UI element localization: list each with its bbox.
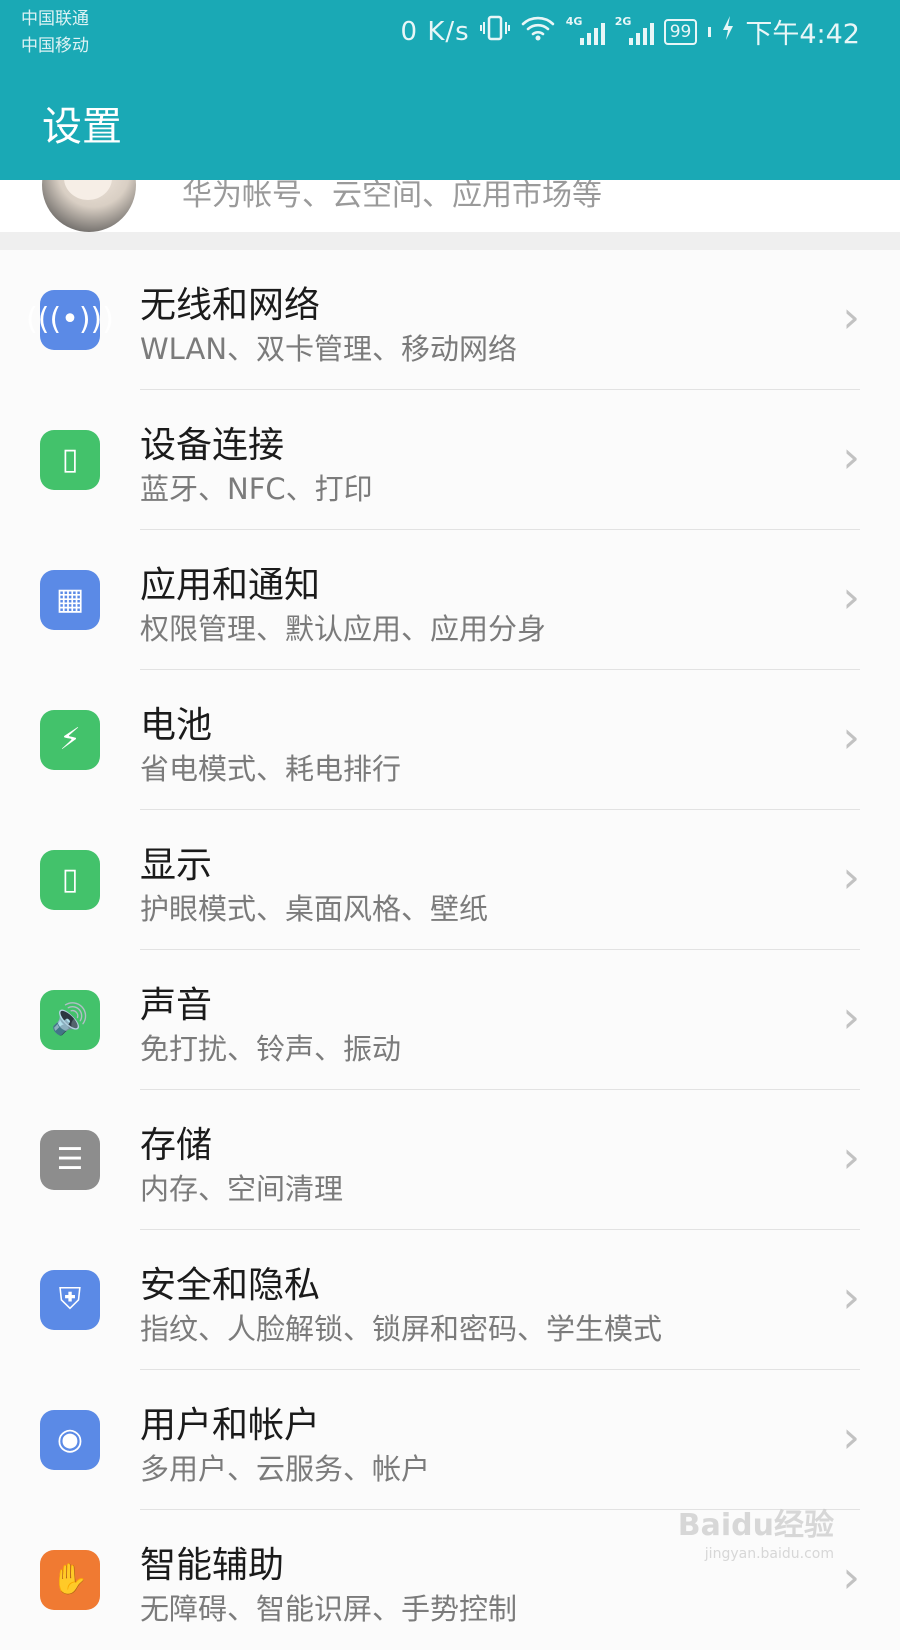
clock: 下午4:42 bbox=[745, 19, 860, 50]
settings-row[interactable]: ▦ 应用和通知权限管理、默认应用、应用分身 › bbox=[0, 530, 900, 670]
settings-row-subtitle: 无障碍、智能识屏、手势控制 bbox=[140, 1592, 518, 1626]
chevron-right-icon: › bbox=[842, 572, 860, 623]
settings-row-subtitle: 内存、空间清理 bbox=[140, 1172, 344, 1206]
chevron-right-icon: › bbox=[842, 292, 860, 343]
settings-row-subtitle: 指纹、人脸解锁、锁屏和密码、学生模式 bbox=[140, 1312, 663, 1346]
chevron-right-icon: › bbox=[842, 1272, 860, 1323]
signal-2-icon: 2G bbox=[615, 15, 654, 45]
settings-row-title: 声音 bbox=[140, 985, 213, 1026]
chevron-right-icon: › bbox=[842, 1132, 860, 1183]
settings-row-subtitle: 免打扰、铃声、振动 bbox=[140, 1032, 402, 1066]
carrier-info: 中国联通 中国移动 bbox=[21, 6, 89, 60]
section-divider bbox=[0, 232, 900, 250]
wifi-status-icon bbox=[520, 14, 556, 49]
settings-row-subtitle: 省电模式、耗电排行 bbox=[140, 752, 402, 786]
settings-row[interactable]: ▯ 设备连接蓝牙、NFC、打印 › bbox=[0, 390, 900, 530]
settings-row-title: 应用和通知 bbox=[140, 565, 321, 606]
settings-row-title: 设备连接 bbox=[140, 425, 285, 466]
charging-icon bbox=[721, 15, 735, 48]
display-icon: ▯ bbox=[40, 850, 100, 910]
speaker-icon: 🔊 bbox=[40, 990, 100, 1050]
status-bar: 中国联通 中国移动 0 K/s 4G 2G 99 下午4:42 bbox=[0, 0, 900, 62]
apps-grid-icon: ▦ bbox=[40, 570, 100, 630]
storage-icon: ☰ bbox=[40, 1130, 100, 1190]
network-speed: 0 K/s bbox=[400, 16, 470, 47]
device-connection-icon: ▯ bbox=[40, 430, 100, 490]
signal-1-icon: 4G bbox=[566, 15, 605, 45]
chevron-right-icon: › bbox=[842, 992, 860, 1043]
chevron-right-icon: › bbox=[842, 1412, 860, 1463]
settings-row-subtitle: 护眼模式、桌面风格、壁纸 bbox=[140, 892, 489, 926]
settings-row-title: 显示 bbox=[140, 845, 213, 886]
settings-row-subtitle: 蓝牙、NFC、打印 bbox=[140, 472, 373, 506]
chevron-right-icon: › bbox=[842, 852, 860, 903]
battery-tip bbox=[708, 26, 712, 37]
settings-row-subtitle: 多用户、云服务、帐户 bbox=[140, 1452, 431, 1486]
watermark: Baidu经验 jingyan.baidu.com bbox=[678, 1500, 834, 1562]
vibrate-icon bbox=[479, 14, 510, 49]
settings-row-title: 智能辅助 bbox=[140, 1545, 285, 1586]
wifi-icon: (((•))) bbox=[26, 290, 114, 350]
watermark-main: Baidu经验 bbox=[677, 1508, 834, 1543]
settings-row[interactable]: ⚡ 电池省电模式、耗电排行 › bbox=[0, 670, 900, 810]
settings-row[interactable]: ⛨ 安全和隐私指纹、人脸解锁、锁屏和密码、学生模式 › bbox=[0, 1230, 900, 1370]
signal-2-gen: 2G bbox=[614, 14, 632, 28]
settings-row[interactable]: ▯ 显示护眼模式、桌面风格、壁纸 › bbox=[0, 810, 900, 950]
settings-row-title: 电池 bbox=[140, 705, 213, 746]
battery-icon: ⚡ bbox=[40, 710, 100, 770]
battery-level: 99 bbox=[663, 18, 698, 45]
hand-icon: ✋ bbox=[40, 1550, 100, 1610]
settings-row[interactable]: 🔊 声音免打扰、铃声、振动 › bbox=[0, 950, 900, 1090]
chevron-right-icon: › bbox=[842, 432, 860, 483]
user-icon: ◉ bbox=[40, 1410, 100, 1470]
settings-row[interactable]: ◉ 用户和帐户多用户、云服务、帐户 › bbox=[0, 1370, 900, 1510]
settings-row-title: 安全和隐私 bbox=[140, 1265, 321, 1306]
settings-row-subtitle: WLAN、双卡管理、移动网络 bbox=[140, 332, 518, 366]
settings-row[interactable]: (((•))) 无线和网络 WLAN、双卡管理、移动网络 › bbox=[0, 250, 900, 390]
settings-row-title: 无线和网络 bbox=[140, 285, 321, 326]
chevron-right-icon: › bbox=[842, 1552, 860, 1603]
carrier-1: 中国联通 bbox=[21, 9, 89, 29]
app-bar: 中国联通 中国移动 0 K/s 4G 2G 99 下午4:42 设置 bbox=[0, 0, 900, 180]
page-title: 设置 bbox=[42, 104, 122, 150]
chevron-right-icon: › bbox=[842, 712, 860, 763]
carrier-2: 中国移动 bbox=[21, 36, 89, 56]
settings-list: (((•))) 无线和网络 WLAN、双卡管理、移动网络 › ▯ 设备连接蓝牙、NFC、打… bbox=[0, 250, 900, 1650]
settings-row-title: 存储 bbox=[140, 1125, 213, 1166]
status-icons: 0 K/s 4G 2G 99 下午4:42 bbox=[401, 12, 860, 51]
watermark-sub: jingyan.baidu.com bbox=[704, 1546, 834, 1562]
settings-row-title: 用户和帐户 bbox=[140, 1405, 321, 1446]
shield-icon: ⛨ bbox=[40, 1270, 100, 1330]
signal-1-gen: 4G bbox=[565, 14, 583, 28]
settings-row[interactable]: ☰ 存储内存、空间清理 › bbox=[0, 1090, 900, 1230]
settings-row-subtitle: 权限管理、默认应用、应用分身 bbox=[140, 612, 547, 646]
